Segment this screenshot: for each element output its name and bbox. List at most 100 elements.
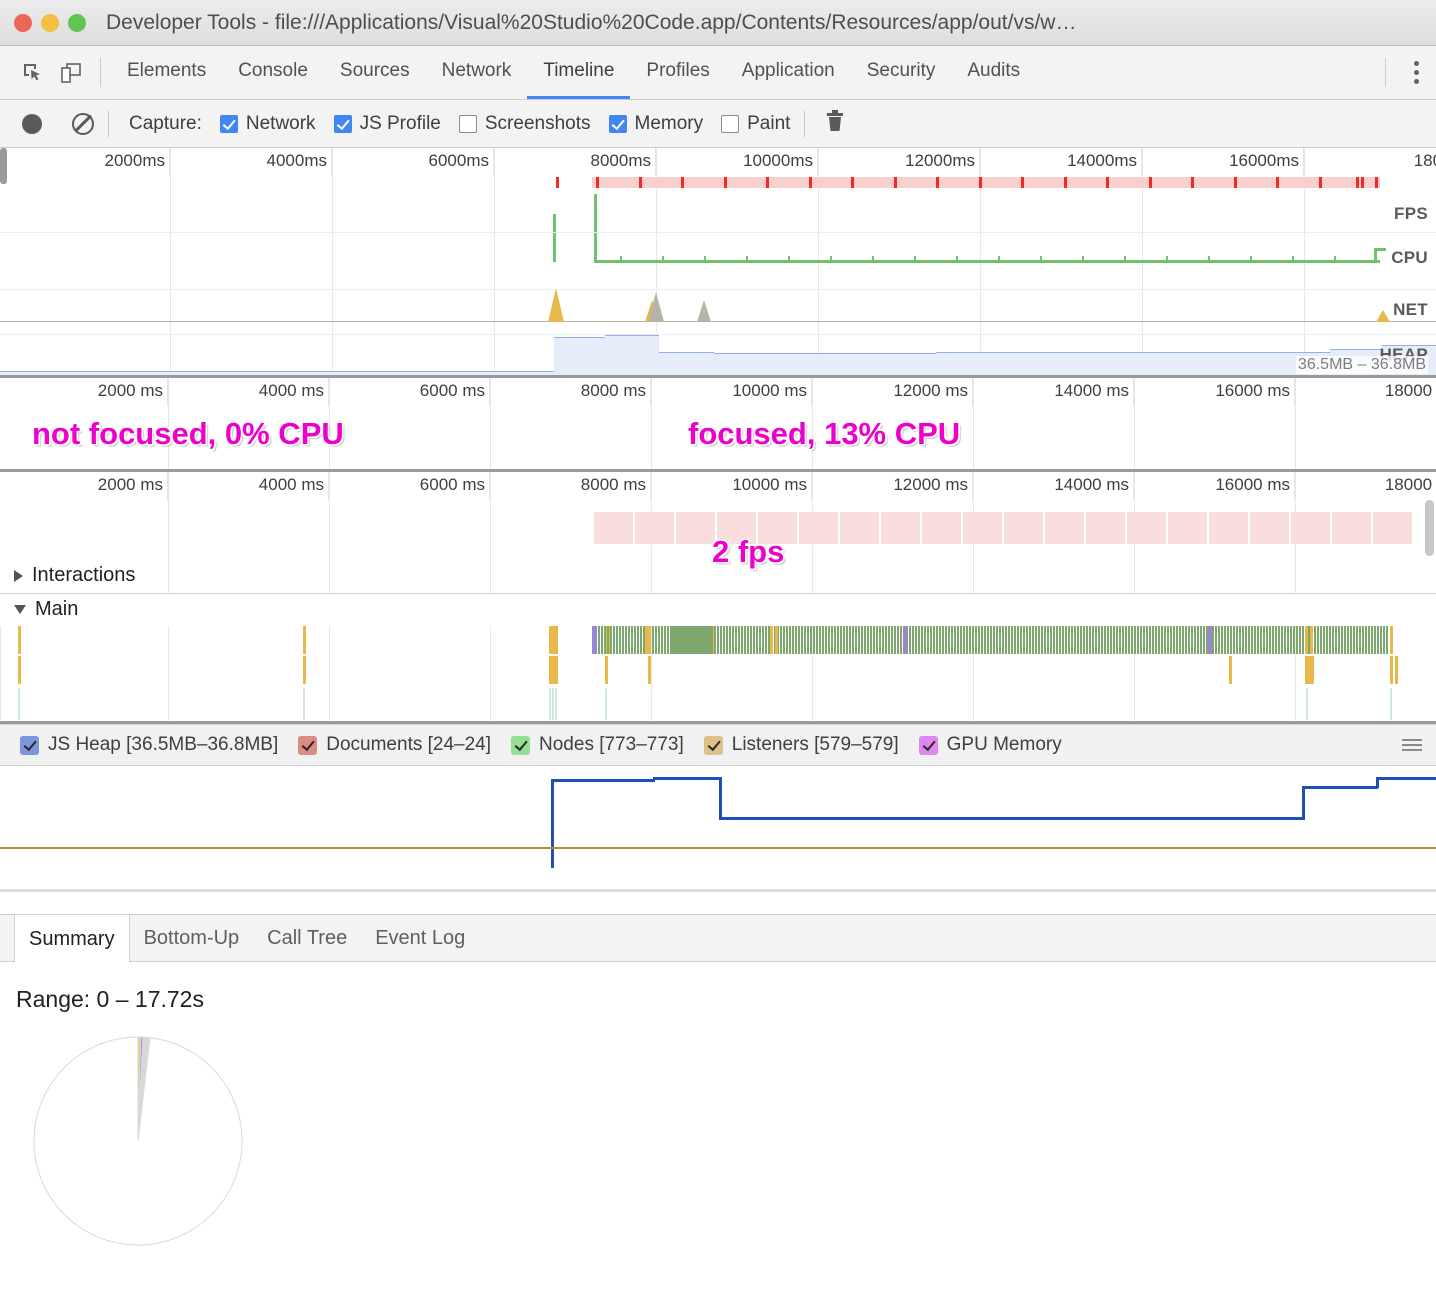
maximize-button[interactable] [68,13,86,32]
flame-bar-painting[interactable] [613,626,615,654]
flame-bar-painting[interactable] [750,626,752,654]
flame-bar-painting[interactable] [619,626,621,654]
flame-bar-painting[interactable] [825,626,827,654]
flame-bar-painting[interactable] [1041,626,1043,654]
flame-bar-painting[interactable] [960,626,962,654]
checkbox-checked-icon[interactable] [918,735,938,755]
frame-block[interactable] [799,512,838,544]
flame-bar-painting[interactable] [849,626,851,654]
flame-bar-painting[interactable] [714,626,716,654]
checkbox-unchecked-icon[interactable] [721,114,740,133]
flame-bar-painting[interactable] [1347,626,1349,654]
flame-bar-painting[interactable] [810,626,812,654]
flame-bar-painting[interactable] [1293,626,1295,654]
flame-bar-painting[interactable] [873,626,875,654]
flame-bar-painting[interactable] [607,626,609,654]
flame-bar-painting[interactable] [1164,626,1166,654]
flame-bar-painting[interactable] [993,626,995,654]
flame-bar-painting[interactable] [1194,626,1196,654]
flame-bar-painting[interactable] [909,626,911,654]
flame-bar-painting[interactable] [1323,626,1325,654]
flame-bar-painting[interactable] [693,626,695,654]
flame-bar-painting[interactable] [876,626,878,654]
flame-bar-painting[interactable] [1200,626,1202,654]
overview-window-handle-left[interactable] [0,148,7,184]
flame-bar-painting[interactable] [1107,626,1109,654]
flame-bar-painting[interactable] [655,626,657,654]
tab-bottom-up[interactable]: Bottom-Up [130,915,254,961]
flame-bar-painting[interactable] [1239,626,1241,654]
flame-bar-painting[interactable] [1329,626,1331,654]
flame-bar-painting[interactable] [1050,626,1052,654]
flame-bar-painting[interactable] [1203,626,1205,654]
device-toolbar-icon[interactable] [52,46,90,99]
flame-bar-painting[interactable] [834,626,836,654]
flame-bar-other[interactable] [1306,688,1308,720]
flame-bar-painting[interactable] [1191,626,1193,654]
flame-bar-painting[interactable] [1029,626,1031,654]
flame-bar-painting[interactable] [1362,626,1364,654]
tab-call-tree[interactable]: Call Tree [253,915,361,961]
counter-toggle-js-heap[interactable]: JS Heap [36.5MB–36.8MB] [20,734,278,756]
flame-bar-painting[interactable] [684,626,686,654]
flame-bar-painting[interactable] [765,626,767,654]
frames-scrollbar[interactable] [1425,500,1434,556]
more-vertical-icon[interactable] [1396,46,1436,99]
flame-bar-painting[interactable] [870,626,872,654]
flame-bar-painting[interactable] [1272,626,1274,654]
flame-bar-painting[interactable] [828,626,830,654]
checkbox-unchecked-icon[interactable] [458,114,477,133]
flame-bar-scripting[interactable] [1395,656,1398,684]
flame-bar-painting[interactable] [1299,626,1301,654]
capture-checkbox-paint[interactable]: Paint [721,113,790,135]
flame-bar-painting[interactable] [1122,626,1124,654]
flame-bar-painting[interactable] [1059,626,1061,654]
flame-bar-painting[interactable] [996,626,998,654]
flame-bar-painting[interactable] [681,626,683,654]
flame-bar-painting[interactable] [726,626,728,654]
flame-bar-painting[interactable] [652,626,654,654]
flame-bar-painting[interactable] [667,626,669,654]
frame-block[interactable] [1168,512,1207,544]
tab-console[interactable]: Console [222,46,324,99]
flame-bar-painting[interactable] [819,626,821,654]
flame-bar-painting[interactable] [1320,626,1322,654]
flame-bar-painting[interactable] [1233,626,1235,654]
flame-bar-painting[interactable] [687,626,689,654]
flame-bar-painting[interactable] [1062,626,1064,654]
close-button[interactable] [14,13,32,32]
flame-bar-painting[interactable] [1032,626,1034,654]
flame-bar-painting[interactable] [1071,626,1073,654]
flame-bar-painting[interactable] [969,626,971,654]
flame-bar-painting[interactable] [637,626,639,654]
flame-bar-painting[interactable] [924,626,926,654]
flame-bar-painting[interactable] [921,626,923,654]
frame-block[interactable] [881,512,920,544]
flame-bar-painting[interactable] [756,626,758,654]
flame-bar-painting[interactable] [598,626,600,654]
flame-bar-scripting[interactable] [648,626,651,654]
flame-bar-painting[interactable] [699,626,701,654]
flame-bar-painting[interactable] [1182,626,1184,654]
flame-bar-painting[interactable] [1212,626,1214,654]
flame-bar-painting[interactable] [1152,626,1154,654]
flame-bar-painting[interactable] [601,626,603,654]
flame-bar-painting[interactable] [789,626,791,654]
flame-bar-painting[interactable] [1371,626,1373,654]
flame-bar-painting[interactable] [664,626,666,654]
flame-bar-painting[interactable] [1077,626,1079,654]
flame-bar-painting[interactable] [735,626,737,654]
flame-bar-painting[interactable] [894,626,896,654]
flame-bar-painting[interactable] [1263,626,1265,654]
flame-bar-scripting[interactable] [648,656,651,684]
flame-bar-painting[interactable] [732,626,734,654]
flame-bar-painting[interactable] [661,626,663,654]
counter-toggle-listeners[interactable]: Listeners [579–579] [703,734,899,756]
flame-bar-painting[interactable] [1134,626,1136,654]
flame-bar-painting[interactable] [1386,626,1388,654]
capture-checkbox-network[interactable]: Network [219,113,316,135]
flame-bar-painting[interactable] [795,626,797,654]
flame-bar-painting[interactable] [1218,626,1220,654]
flame-bar-painting[interactable] [678,626,680,654]
inspect-element-icon[interactable] [14,46,52,99]
